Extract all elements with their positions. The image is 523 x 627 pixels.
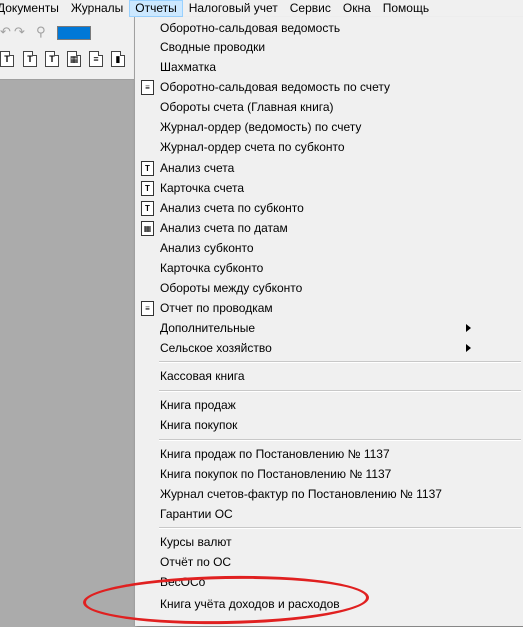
- menu-item-label: Сводные проводки: [160, 40, 266, 54]
- menu-item-summary-postings[interactable]: Сводные проводки: [135, 37, 523, 57]
- menu-item-fixed-assets-report[interactable]: Отчёт по ОС: [135, 552, 523, 572]
- menu-item-label: Курсы валют: [160, 535, 232, 549]
- menu-journals[interactable]: Журналы: [65, 0, 129, 17]
- menu-item-analysis-dates[interactable]: ▦ Анализ счета по датам: [135, 218, 523, 238]
- menu-item-label: Анализ субконто: [160, 241, 254, 255]
- menu-bar: Документы Журналы Отчеты Налоговый учет …: [0, 0, 523, 17]
- menu-separator: [159, 439, 521, 441]
- menu-item-chess[interactable]: Шахматка: [135, 57, 523, 77]
- menu-item-agriculture[interactable]: Сельское хозяйство: [135, 338, 523, 358]
- report-t-icon[interactable]: T: [0, 51, 14, 67]
- menu-item-label: Книга покупок по Постановлению № 1137: [160, 467, 392, 481]
- menu-item-label: Кассовая книга: [160, 369, 245, 383]
- account-sheet-icon: ≡: [141, 80, 154, 95]
- menu-separator: [159, 361, 521, 363]
- postings-report-icon: ≡: [141, 301, 154, 316]
- menu-item-purchase-book-1137[interactable]: Книга покупок по Постановлению № 1137: [135, 464, 523, 484]
- menu-item-cash-book[interactable]: Кассовая книга: [135, 366, 523, 386]
- search-input[interactable]: [57, 26, 91, 40]
- report-date-icon[interactable]: ▦: [67, 51, 81, 67]
- submenu-arrow-icon: [466, 324, 471, 332]
- menu-item-purchase-book[interactable]: Книга покупок: [135, 415, 523, 435]
- toolbar-row-top: ↶ ↷ ⚲: [0, 21, 138, 41]
- menu-item-label: Карточка субконто: [160, 261, 264, 275]
- report-chart-icon[interactable]: ▮: [111, 51, 125, 67]
- report-sub-icon[interactable]: T: [45, 51, 59, 67]
- account-analysis-icon: T: [141, 161, 154, 176]
- report-doc-icon[interactable]: ≡: [89, 51, 103, 67]
- menu-reports[interactable]: Отчеты: [129, 0, 183, 17]
- menu-item-turnover-by-account[interactable]: ≡ Оборотно-сальдовая ведомость по счету: [135, 77, 523, 97]
- menu-item-account-analysis[interactable]: T Анализ счета: [135, 158, 523, 178]
- menu-item-turnover-balance[interactable]: Оборотно-сальдовая ведомость: [135, 18, 523, 38]
- menu-windows[interactable]: Окна: [337, 0, 377, 17]
- menu-item-subconto-card[interactable]: Карточка субконто: [135, 258, 523, 278]
- menu-item-label: Обороты между субконто: [160, 281, 303, 295]
- menu-item-label: Сельское хозяйство: [160, 341, 272, 355]
- menu-item-label: Оборотно-сальдовая ведомость: [160, 21, 341, 35]
- menu-item-label: Книга покупок: [160, 418, 238, 432]
- menu-item-label: Оборотно-сальдовая ведомость по счету: [160, 80, 390, 94]
- menu-separator: [159, 390, 521, 392]
- menu-documents[interactable]: Документы: [0, 0, 65, 17]
- menu-tax-accounting[interactable]: Налоговый учет: [183, 0, 284, 17]
- menu-item-label: Карточка счета: [160, 181, 245, 195]
- menu-item-fixed-asset-guarantees[interactable]: Гарантии ОС: [135, 504, 523, 524]
- date-analysis-icon: ▦: [141, 221, 154, 236]
- menu-item-invoice-journal-1137[interactable]: Журнал счетов-фактур по Постановлению № …: [135, 484, 523, 504]
- redo-icon[interactable]: ↷: [14, 25, 25, 39]
- menu-item-label: Журнал счетов-фактур по Постановлению № …: [160, 487, 442, 501]
- menu-item-sales-book[interactable]: Книга продаж: [135, 395, 523, 415]
- menu-item-additional[interactable]: Дополнительные: [135, 318, 523, 338]
- menu-item-label: Дополнительные: [160, 321, 255, 335]
- menu-item-label: Журнал-ордер счета по субконто: [160, 140, 345, 154]
- menu-item-label: Шахматка: [160, 60, 217, 74]
- menu-item-journal-order-account[interactable]: Журнал-ордер (ведомость) по счету: [135, 117, 523, 137]
- menu-item-label: Анализ счета: [160, 161, 235, 175]
- menu-item-account-card[interactable]: T Карточка счета: [135, 178, 523, 198]
- menu-item-sales-book-1137[interactable]: Книга продаж по Постановлению № 1137: [135, 444, 523, 464]
- toolbar: ↶ ↷ ⚲ T T T ▦ ≡ ▮: [0, 17, 138, 80]
- menu-item-analysis-subconto[interactable]: T Анализ счета по субконто: [135, 198, 523, 218]
- menu-item-label: Анализ счета по датам: [160, 221, 288, 235]
- menu-item-label: Анализ счета по субконто: [160, 201, 304, 215]
- menu-item-label: Книга продаж по Постановлению № 1137: [160, 447, 390, 461]
- toolbar-row-reports: T T T ▦ ≡ ▮: [0, 51, 138, 73]
- menu-help[interactable]: Помощь: [377, 0, 435, 17]
- menu-item-label: Отчет по проводкам: [160, 301, 273, 315]
- menu-item-turnover-between-subconto[interactable]: Обороты между субконто: [135, 278, 523, 298]
- menu-separator: [159, 527, 521, 529]
- subconto-analysis-icon: T: [141, 201, 154, 216]
- menu-item-label: Книга продаж: [160, 398, 236, 412]
- menu-item-label: Обороты счета (Главная книга): [160, 100, 334, 114]
- account-card-icon: T: [141, 181, 154, 196]
- binoculars-icon[interactable]: ⚲: [36, 25, 46, 39]
- menu-item-currency-rates[interactable]: Курсы валют: [135, 532, 523, 552]
- undo-icon[interactable]: ↶: [0, 25, 11, 39]
- menu-service[interactable]: Сервис: [284, 0, 337, 17]
- menu-item-label: Гарантии ОС: [160, 507, 233, 521]
- menu-item-postings-report[interactable]: ≡ Отчет по проводкам: [135, 298, 523, 318]
- menu-item-subconto-analysis[interactable]: Анализ субконто: [135, 238, 523, 258]
- menu-item-label: Отчёт по ОС: [160, 555, 232, 569]
- menu-item-label: Журнал-ордер (ведомость) по счету: [160, 120, 362, 134]
- menu-item-general-ledger[interactable]: Обороты счета (Главная книга): [135, 97, 523, 117]
- submenu-arrow-icon: [466, 344, 471, 352]
- menu-item-journal-order-subconto[interactable]: Журнал-ордер счета по субконто: [135, 137, 523, 157]
- report-tt-icon[interactable]: T: [23, 51, 37, 67]
- reports-dropdown: Оборотно-сальдовая ведомость Сводные про…: [134, 17, 523, 626]
